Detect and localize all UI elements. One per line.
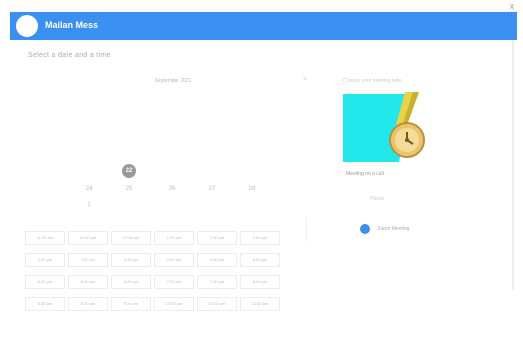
zoom-option-label: Zoom Meeting (377, 225, 410, 232)
calendar-date[interactable]: 24 (82, 182, 96, 196)
time-slot-button[interactable]: 11:30 am (25, 231, 65, 245)
time-slot-button[interactable]: 11:00 pm (240, 297, 280, 311)
time-slot-button[interactable]: 9:00 pm (68, 297, 108, 311)
time-slot-button[interactable]: 2:00 pm (240, 231, 280, 245)
time-slot-button[interactable]: 3:00 pm (68, 253, 108, 267)
calendar-date[interactable] (245, 164, 259, 178)
booking-subtitle: Select a date and a time (28, 52, 111, 59)
zoom-icon (360, 223, 370, 234)
time-slot-button[interactable]: 3:30 pm (111, 253, 151, 267)
calendar-date[interactable] (205, 164, 219, 178)
time-slot-button[interactable]: 7:30 pm (197, 275, 237, 289)
time-slot-button[interactable]: 7:00 pm (154, 275, 194, 289)
scrollbar[interactable] (512, 40, 514, 290)
calendar-date[interactable]: 27 (205, 182, 219, 196)
time-slot-button[interactable]: 1:00 pm (154, 231, 194, 245)
calendar-dates: 22 24 25 26 27 28 1 (70, 164, 280, 214)
calendar-date[interactable]: 26 (165, 182, 179, 196)
time-slot-button[interactable]: 4:00 pm (154, 253, 194, 267)
calendar-month-label: September 2021 (154, 78, 192, 84)
app-title: Mailan Mess (45, 20, 99, 30)
time-slot-button[interactable]: 6:00 pm (68, 275, 108, 289)
time-slot-button[interactable]: 6:30 pm (111, 275, 151, 289)
close-icon[interactable]: x (510, 1, 515, 11)
calendar-date[interactable] (165, 164, 179, 178)
calendar-date[interactable]: 28 (245, 182, 259, 196)
divider (306, 218, 307, 242)
time-slot-button[interactable]: 12:00 pm (68, 231, 108, 245)
time-slot-button[interactable]: 9:30 pm (111, 297, 151, 311)
time-slot-grid: 11:30 am 12:00 pm 12:30 pm 1:00 pm 1:30 … (25, 231, 280, 311)
time-slot-button[interactable]: 4:30 pm (197, 253, 237, 267)
meeting-caption: Meeting on a call (346, 171, 384, 177)
meeting-type-title: Choose your meeting type (343, 78, 402, 84)
calendar-date[interactable]: 25 (122, 182, 136, 196)
app-logo (16, 15, 38, 37)
time-slot-button[interactable]: 5:00 pm (240, 253, 280, 267)
time-slot-button[interactable]: 8:00 pm (240, 275, 280, 289)
clock-pencil-illustration-icon (341, 92, 433, 169)
zoom-option[interactable]: Zoom Meeting (360, 220, 409, 238)
time-slot-button[interactable]: 10:30 pm (197, 297, 237, 311)
time-slot-button[interactable]: 1:30 pm (197, 231, 237, 245)
next-month-icon[interactable]: > (303, 76, 307, 83)
time-slot-button[interactable]: 2:30 pm (25, 253, 65, 267)
calendar-date[interactable]: 1 (82, 198, 96, 212)
time-slot-button[interactable]: 8:30 pm (25, 297, 65, 311)
time-slot-button[interactable]: 5:30 pm (25, 275, 65, 289)
phone-option[interactable]: Phone (370, 196, 384, 202)
app-header: Mailan Mess x (10, 1, 517, 40)
time-slot-button[interactable]: 12:30 pm (111, 231, 151, 245)
calendar-date-selected[interactable]: 22 (122, 164, 136, 178)
time-slot-button[interactable]: 10:00 pm (154, 297, 194, 311)
